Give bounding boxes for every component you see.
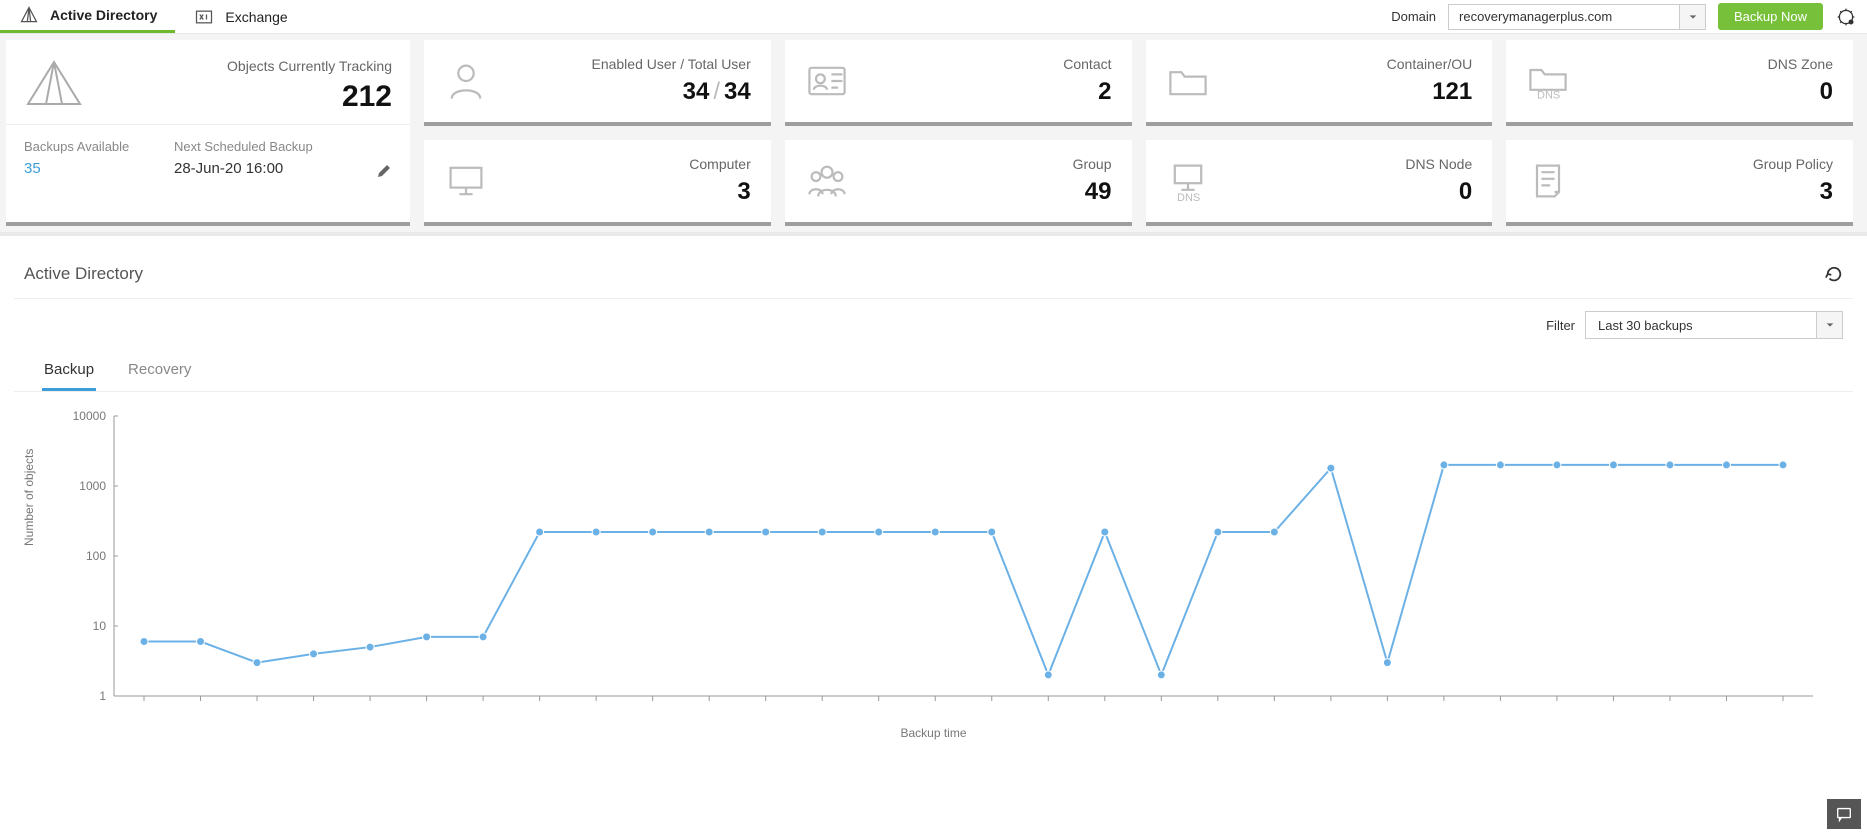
stat-value: 2	[863, 78, 1112, 106]
stat-label: Group Policy	[1584, 156, 1833, 172]
tab-ad-label: Active Directory	[50, 7, 157, 23]
stat-label: Contact	[863, 56, 1112, 72]
backups-available-value[interactable]: 35	[24, 160, 154, 177]
stat-label: Computer	[502, 156, 751, 172]
tracking-label: Objects Currently Tracking	[100, 58, 392, 74]
refresh-icon[interactable]	[1825, 265, 1843, 283]
stat-grid: Enabled User / Total User 34/34 Contact …	[424, 40, 1867, 226]
stat-label: Container/OU	[1224, 56, 1473, 72]
tracking-card: Objects Currently Tracking 212 Backups A…	[6, 40, 410, 226]
backup-now-button[interactable]: Backup Now	[1718, 3, 1823, 30]
filter-label: Filter	[1546, 318, 1575, 333]
panel-title: Active Directory	[24, 264, 143, 284]
stat-value: 121	[1224, 78, 1473, 106]
tracking-value: 212	[100, 80, 392, 114]
stat-label: DNS Node	[1224, 156, 1473, 172]
top-right: Domain recoverymanagerplus.com Backup No…	[1391, 3, 1857, 30]
stat-value: 49	[863, 178, 1112, 206]
stat-value: 3	[1584, 178, 1833, 206]
stat-label: Group	[863, 156, 1112, 172]
contact-icon	[805, 61, 849, 101]
chevron-down-icon	[1679, 5, 1705, 29]
top-nav: Active Directory Exchange Domain recover…	[0, 0, 1867, 34]
backups-available-label: Backups Available	[24, 139, 154, 154]
chart-xlabel: Backup time	[14, 726, 1853, 750]
dashboard: Objects Currently Tracking 212 Backups A…	[0, 34, 1867, 236]
stat-label: Enabled User / Total User	[502, 56, 751, 72]
chart-svg: 1 10 100 1000 10000	[44, 406, 1823, 716]
stat-contact[interactable]: Contact 2	[785, 40, 1132, 126]
exchange-icon	[193, 6, 215, 28]
next-backup-label: Next Scheduled Backup	[174, 139, 356, 154]
dns-node-icon: DNS	[1166, 161, 1210, 201]
filter-value: Last 30 backups	[1586, 318, 1816, 333]
filter-select[interactable]: Last 30 backups	[1585, 311, 1843, 339]
next-backup-value: 28-Jun-20 16:00	[174, 160, 356, 177]
stat-value: 3	[502, 178, 751, 206]
domain-select[interactable]: recoverymanagerplus.com	[1448, 4, 1706, 30]
svg-text:DNS: DNS	[1177, 192, 1200, 203]
stat-container[interactable]: Container/OU 121	[1146, 40, 1493, 126]
svg-text:1: 1	[99, 689, 106, 703]
stat-enabled-user[interactable]: Enabled User / Total User 34/34	[424, 40, 771, 126]
svg-text:10: 10	[93, 619, 107, 633]
tab-exchange-label: Exchange	[225, 9, 287, 25]
pencil-icon[interactable]	[376, 163, 392, 179]
chevron-down-icon	[1816, 312, 1842, 338]
stat-value: 0	[1224, 178, 1473, 206]
stat-value: 0	[1584, 78, 1833, 106]
pyramid-icon	[24, 58, 84, 108]
stat-gpo[interactable]: Group Policy 3	[1506, 140, 1853, 226]
svg-text:10000: 10000	[73, 409, 107, 423]
stat-group[interactable]: Group 49	[785, 140, 1132, 226]
chart-ylabel: Number of objects	[22, 448, 36, 545]
chart: Number of objects 110100100010000	[44, 406, 1823, 716]
stat-computer[interactable]: Computer 3	[424, 140, 771, 226]
domain-label: Domain	[1391, 9, 1436, 24]
svg-text:100: 100	[86, 549, 106, 563]
folder-icon	[1166, 61, 1210, 101]
dns-zone-icon: DNS	[1526, 61, 1570, 101]
stat-dnsnode[interactable]: DNS DNS Node 0	[1146, 140, 1493, 226]
chart-tab-recovery[interactable]: Recovery	[126, 351, 193, 391]
tab-exchange[interactable]: Exchange	[175, 0, 305, 33]
chart-panel: Active Directory Filter Last 30 backups …	[14, 250, 1853, 750]
tab-active-directory[interactable]: Active Directory	[0, 0, 175, 33]
group-icon	[805, 161, 849, 201]
user-icon	[444, 61, 488, 101]
settings-gear-icon[interactable]	[1835, 6, 1857, 28]
feedback-button[interactable]	[1827, 799, 1861, 829]
stat-dnszone[interactable]: DNS DNS Zone 0	[1506, 40, 1853, 126]
domain-value: recoverymanagerplus.com	[1449, 9, 1679, 24]
chart-tab-backup[interactable]: Backup	[42, 351, 96, 391]
svg-text:1000: 1000	[79, 479, 106, 493]
computer-icon	[444, 161, 488, 201]
policy-icon	[1526, 161, 1570, 201]
pyramid-icon	[18, 4, 40, 26]
stat-label: DNS Zone	[1584, 56, 1833, 72]
svg-text:DNS: DNS	[1537, 90, 1560, 102]
